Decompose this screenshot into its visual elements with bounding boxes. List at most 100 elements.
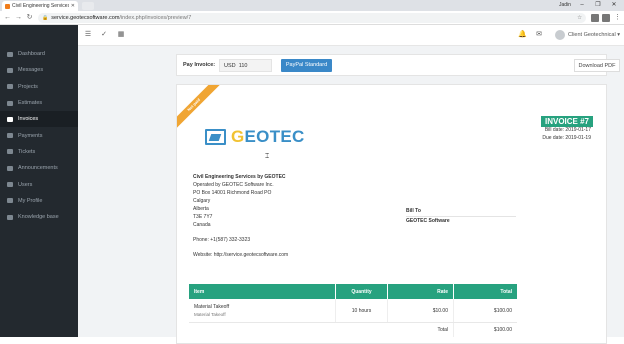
total-label: Total bbox=[437, 327, 448, 333]
back-icon[interactable]: ← bbox=[3, 13, 12, 22]
company-info: Civil Engineering Services by GEOTEC Ope… bbox=[193, 173, 288, 259]
mail-icon[interactable]: ✉ bbox=[535, 31, 543, 39]
reload-icon[interactable]: ↻ bbox=[25, 13, 34, 22]
url-host: service.geotecsoftware.com bbox=[51, 15, 120, 21]
browser-tab-bar: Civil Engineering Services ✕ Jadin – ❐ ✕ bbox=[0, 0, 624, 11]
sidebar-item-label: Dashboard bbox=[18, 51, 45, 58]
status-ribbon: Not paid bbox=[177, 85, 222, 133]
users-icon bbox=[7, 182, 13, 188]
invoice-items-table: Item Quantity Rate Total Material Takeof… bbox=[189, 284, 517, 337]
mouse-cursor-icon: ⌶ bbox=[265, 153, 270, 160]
sidebar: Dashboard Messages Projects Estimates In… bbox=[0, 25, 78, 337]
tab-title: Civil Engineering Services bbox=[12, 3, 69, 9]
company-line: T3E 7Y7 bbox=[193, 214, 213, 220]
client-name: Client Geotechnical bbox=[568, 32, 616, 38]
sidebar-item-invoices[interactable]: Invoices bbox=[0, 111, 78, 128]
sidebar-item-dashboard[interactable]: Dashboard bbox=[0, 46, 78, 62]
company-line: Calgary bbox=[193, 198, 211, 204]
url-path: /index.php/invoices/preview/7 bbox=[119, 15, 192, 21]
sidebar-item-label: Projects bbox=[18, 83, 38, 90]
sidebar-item-my-profile[interactable]: My Profile bbox=[0, 193, 78, 209]
logo-letter: G bbox=[231, 127, 245, 146]
payments-icon bbox=[7, 133, 13, 139]
pay-invoice-label: Pay Invoice: bbox=[183, 62, 216, 68]
browser-toolbar: ← → ↻ 🔒 service.geotecsoftware.com/index… bbox=[0, 11, 624, 25]
invoice-title: INVOICE #7 bbox=[540, 116, 593, 127]
close-tab-icon[interactable]: ✕ bbox=[71, 3, 75, 9]
bill-date: Bill date: 2019-01-17 bbox=[544, 127, 591, 133]
amount: 110 bbox=[238, 63, 248, 69]
download-pdf-button[interactable]: Download PDF bbox=[574, 59, 620, 72]
app-header: ☰ ✓ ▦ 🔔 ✉ Client Geotechnical ▾ bbox=[78, 25, 624, 46]
checklist-icon[interactable]: ✓ bbox=[100, 31, 108, 39]
logo-word: EOTEC bbox=[244, 127, 305, 146]
payment-bar: Pay Invoice: USD 110 PayPal Standard Dow… bbox=[176, 54, 620, 76]
sidebar-item-knowledge-base[interactable]: Knowledge base bbox=[0, 209, 78, 225]
company-phone: Phone: +1(587) 332-3323 bbox=[193, 237, 251, 243]
main-content: Pay Invoice: USD 110 PayPal Standard Dow… bbox=[78, 46, 624, 344]
caret-down-icon: ▾ bbox=[617, 32, 620, 38]
maximize-icon[interactable]: ❐ bbox=[592, 1, 604, 10]
item-rate: $10.00 bbox=[387, 299, 453, 322]
projects-icon bbox=[7, 84, 13, 90]
extension-icon[interactable] bbox=[602, 14, 610, 22]
column-header-quantity: Quantity bbox=[335, 284, 387, 299]
column-header-rate: Rate bbox=[387, 284, 453, 299]
item-total: $100.00 bbox=[453, 299, 517, 322]
payment-amount-field[interactable]: USD 110 bbox=[219, 59, 272, 72]
sidebar-item-tickets[interactable]: Tickets bbox=[0, 144, 78, 160]
announcements-icon bbox=[7, 165, 13, 171]
sidebar-item-label: Tickets bbox=[18, 148, 36, 155]
sidebar-item-messages[interactable]: Messages bbox=[0, 62, 78, 78]
close-window-icon[interactable]: ✕ bbox=[608, 1, 620, 10]
item-name: Material Takeoff bbox=[194, 304, 230, 310]
sidebar-item-label: Users bbox=[18, 181, 33, 188]
company-line: Alberta bbox=[193, 206, 209, 212]
client-menu[interactable]: Client Geotechnical ▾ bbox=[568, 32, 620, 38]
sidebar-item-label: Invoices bbox=[18, 116, 39, 123]
list-icon[interactable]: ☰ bbox=[84, 31, 92, 39]
estimates-icon bbox=[7, 100, 13, 106]
total-value: $100.00 bbox=[453, 323, 517, 337]
invoice-logo: GEOTEC bbox=[205, 127, 305, 147]
table-row: Material Takeoff Material Takeoff 10 hou… bbox=[189, 299, 517, 323]
paypal-button[interactable]: PayPal Standard bbox=[281, 59, 332, 72]
sidebar-item-label: Estimates bbox=[18, 100, 43, 107]
sidebar-item-users[interactable]: Users bbox=[0, 176, 78, 192]
menu-dots-icon[interactable]: ⋮ bbox=[613, 13, 622, 22]
bell-icon[interactable]: 🔔 bbox=[518, 31, 527, 39]
currency: USD bbox=[224, 63, 236, 69]
total-row: Total $100.00 bbox=[189, 323, 517, 337]
tickets-icon bbox=[7, 149, 13, 155]
sidebar-item-label: My Profile bbox=[18, 197, 43, 204]
item-description: Material Takeoff bbox=[194, 312, 226, 317]
dashboard-icon bbox=[7, 51, 13, 57]
sidebar-item-label: Announcements bbox=[18, 165, 58, 172]
grid-icon[interactable]: ▦ bbox=[117, 31, 125, 39]
extension-icon[interactable] bbox=[591, 14, 599, 22]
sidebar-item-estimates[interactable]: Estimates bbox=[0, 95, 78, 111]
knowledge-base-icon bbox=[7, 214, 13, 220]
sidebar-item-announcements[interactable]: Announcements bbox=[0, 160, 78, 176]
column-header-total: Total bbox=[453, 284, 517, 299]
item-quantity: 10 hours bbox=[335, 299, 387, 322]
table-header: Item Quantity Rate Total bbox=[189, 284, 517, 299]
bill-to-name: GEOTEC Software bbox=[406, 217, 450, 224]
sidebar-item-payments[interactable]: Payments bbox=[0, 127, 78, 143]
avatar[interactable] bbox=[555, 30, 565, 40]
messages-icon bbox=[7, 67, 13, 73]
due-date: Due date: 2019-01-19 bbox=[542, 135, 591, 141]
browser-tab[interactable]: Civil Engineering Services ✕ bbox=[2, 1, 78, 11]
sidebar-item-projects[interactable]: Projects bbox=[0, 79, 78, 95]
bookmark-star-icon[interactable]: ☆ bbox=[577, 15, 582, 21]
address-bar[interactable]: 🔒 service.geotecsoftware.com/index.php/i… bbox=[38, 13, 586, 23]
window-user[interactable]: Jadin bbox=[559, 2, 571, 8]
minimize-icon[interactable]: – bbox=[576, 1, 588, 10]
invoice-preview: Not paid INVOICE #7 Bill date: 2019-01-1… bbox=[176, 84, 607, 344]
forward-icon[interactable]: → bbox=[14, 13, 23, 22]
new-tab-button[interactable] bbox=[82, 2, 94, 10]
company-website: Website: http://service.geotecsoftware.c… bbox=[193, 252, 289, 258]
favicon-icon bbox=[5, 3, 10, 9]
bill-to: Bill To GEOTEC Software bbox=[406, 207, 516, 225]
invoices-icon bbox=[7, 116, 13, 122]
